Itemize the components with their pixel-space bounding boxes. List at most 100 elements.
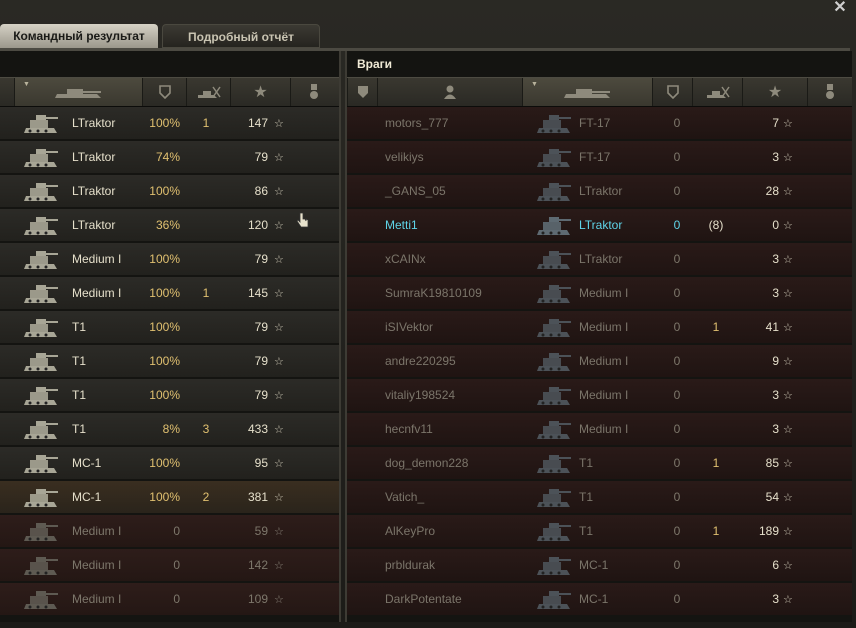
tank-icon xyxy=(535,177,573,205)
tab-team-result[interactable]: Командный результат xyxy=(0,24,158,48)
kills-icon xyxy=(706,86,730,98)
enemy-xp-column-header[interactable]: ★ xyxy=(742,78,807,106)
player-name: Vatich_ xyxy=(385,490,425,504)
tank-icon xyxy=(22,347,60,375)
star-icon: ★ xyxy=(767,84,783,101)
kills-value xyxy=(703,141,729,173)
player-name: _GANS_05 xyxy=(385,184,446,198)
team-row[interactable]: LTraktor 100% 86 ☆ xyxy=(0,175,339,207)
team-panel-title xyxy=(0,51,339,77)
team-row[interactable]: T1 100% 79 ☆ xyxy=(0,345,339,377)
close-icon[interactable]: ✕ xyxy=(832,0,848,16)
team-row[interactable]: Medium I 0 142 ☆ xyxy=(0,549,339,581)
enemy-medal-column-header[interactable] xyxy=(807,78,852,106)
team-row[interactable]: MC-1 100% 95 ☆ xyxy=(0,447,339,479)
hp-value: 0 xyxy=(673,490,681,504)
team-rows: LTraktor 100% 1 147 ☆ LTraktor 74% 79 ☆ LTraktor 1… xyxy=(0,107,339,617)
star-icon: ☆ xyxy=(783,390,793,402)
kills-value xyxy=(703,277,729,309)
enemy-row[interactable]: SumraK19810109 Medium I 0 3 ☆ xyxy=(347,277,852,309)
tank-column-header[interactable]: ▼ xyxy=(14,78,142,106)
tank-icon xyxy=(22,449,60,477)
star-icon: ☆ xyxy=(783,288,793,300)
enemy-hp-column-header[interactable] xyxy=(652,78,692,106)
hp-value: 0 xyxy=(673,184,681,198)
team-row[interactable]: T1 100% 79 ☆ xyxy=(0,379,339,411)
hp-value: 0 xyxy=(673,286,681,300)
medal-column-header[interactable] xyxy=(290,78,337,106)
kills-column-header[interactable] xyxy=(186,78,230,106)
team-row[interactable]: LTraktor 74% 79 ☆ xyxy=(0,141,339,173)
vehicle-name: MC-1 xyxy=(579,592,609,606)
enemy-row[interactable]: prbldurak MC-1 0 6 ☆ xyxy=(347,549,852,581)
mouse-pointer-icon xyxy=(296,212,309,228)
team-row[interactable]: LTraktor 100% 1 147 ☆ xyxy=(0,107,339,139)
team-row[interactable]: Medium I 0 109 ☆ xyxy=(0,583,339,615)
kills-value xyxy=(703,379,729,411)
vehicle-name: LTraktor xyxy=(72,150,116,164)
hp-column-header[interactable] xyxy=(142,78,186,106)
xp-value: 0 xyxy=(772,218,779,232)
player-name: andre220295 xyxy=(385,354,456,368)
enemy-tank-column-header[interactable]: ▼ xyxy=(522,78,652,106)
enemy-row[interactable]: Metti1 LTraktor 0 (8) 0 ☆ xyxy=(347,209,852,241)
kills-value xyxy=(196,175,216,207)
medal-icon xyxy=(826,84,834,99)
tab-detailed-report[interactable]: Подробный отчёт xyxy=(162,24,320,48)
team-row[interactable]: Medium I 100% 79 ☆ xyxy=(0,243,339,275)
team-row[interactable]: Medium I 0 59 ☆ xyxy=(0,515,339,547)
enemy-row[interactable]: DarkPotentate MC-1 0 3 ☆ xyxy=(347,583,852,615)
team-row[interactable]: LTraktor 36% 120 ☆ xyxy=(0,209,339,241)
hp-value: 100% xyxy=(149,388,180,402)
tank-icon xyxy=(535,517,573,545)
hp-value: 100% xyxy=(149,252,180,266)
enemy-row[interactable]: dog_demon228 T1 0 1 85 ☆ xyxy=(347,447,852,479)
vehicle-name: LTraktor xyxy=(579,184,623,198)
enemy-kills-column-header[interactable] xyxy=(692,78,742,106)
enemy-rows: motors_777 FT-17 0 7 ☆ velikiys FT-17 0 3 ☆ _GANS_… xyxy=(347,107,852,617)
kills-value xyxy=(196,379,216,411)
star-icon: ☆ xyxy=(274,526,284,538)
enemy-row[interactable]: iSIVektor Medium I 0 1 41 ☆ xyxy=(347,311,852,343)
star-icon: ☆ xyxy=(274,390,284,402)
xp-value: 79 xyxy=(254,388,268,402)
hp-value: 0 xyxy=(673,558,681,572)
xp-value: 28 xyxy=(765,184,779,198)
hp-value: 0 xyxy=(673,116,681,130)
team-row[interactable]: MC-1 100% 2 381 ☆ xyxy=(0,481,339,513)
tank-icon xyxy=(535,109,573,137)
hp-value: 74% xyxy=(155,150,180,164)
team-row[interactable]: T1 100% 79 ☆ xyxy=(0,311,339,343)
enemy-row[interactable]: Vatich_ T1 0 54 ☆ xyxy=(347,481,852,513)
enemy-row[interactable]: vitaliy198524 Medium I 0 3 ☆ xyxy=(347,379,852,411)
enemy-row[interactable]: velikiys FT-17 0 3 ☆ xyxy=(347,141,852,173)
vehicle-name: T1 xyxy=(579,456,594,470)
enemy-row[interactable]: hecnfv11 Medium I 0 3 ☆ xyxy=(347,413,852,445)
star-icon: ☆ xyxy=(783,322,793,334)
enemy-row[interactable]: xCAINx LTraktor 0 3 ☆ xyxy=(347,243,852,275)
tank-icon xyxy=(22,211,60,239)
kills-value xyxy=(196,243,216,275)
player-name: motors_777 xyxy=(385,116,449,130)
player-column-header[interactable] xyxy=(377,78,522,106)
xp-value: 9 xyxy=(772,354,779,368)
hp-value: 8% xyxy=(162,422,180,436)
enemy-row[interactable]: AlKeyPro T1 0 1 189 ☆ xyxy=(347,515,852,547)
vehicle-name: Medium I xyxy=(579,388,629,402)
vehicle-name: T1 xyxy=(72,422,87,436)
team-row[interactable]: Medium I 100% 1 145 ☆ xyxy=(0,277,339,309)
team-panel: ▼ ★ LTraktor 100% 1 147 ☆ LTraktor 74% 79 ☆ LTrak… xyxy=(0,51,341,622)
vehicle-name: Medium I xyxy=(72,558,122,572)
squad-column-header[interactable] xyxy=(347,78,377,106)
player-name: DarkPotentate xyxy=(385,592,462,606)
team-row[interactable]: T1 8% 3 433 ☆ xyxy=(0,413,339,445)
enemy-row[interactable]: motors_777 FT-17 0 7 ☆ xyxy=(347,107,852,139)
xp-column-header[interactable]: ★ xyxy=(230,78,290,106)
star-icon: ☆ xyxy=(274,288,284,300)
enemy-row[interactable]: andre220295 Medium I 0 9 ☆ xyxy=(347,345,852,377)
hp-value: 100% xyxy=(149,116,180,130)
hp-value: 100% xyxy=(149,490,180,504)
star-icon: ☆ xyxy=(783,492,793,504)
tank-icon xyxy=(535,245,573,273)
enemy-row[interactable]: _GANS_05 LTraktor 0 28 ☆ xyxy=(347,175,852,207)
